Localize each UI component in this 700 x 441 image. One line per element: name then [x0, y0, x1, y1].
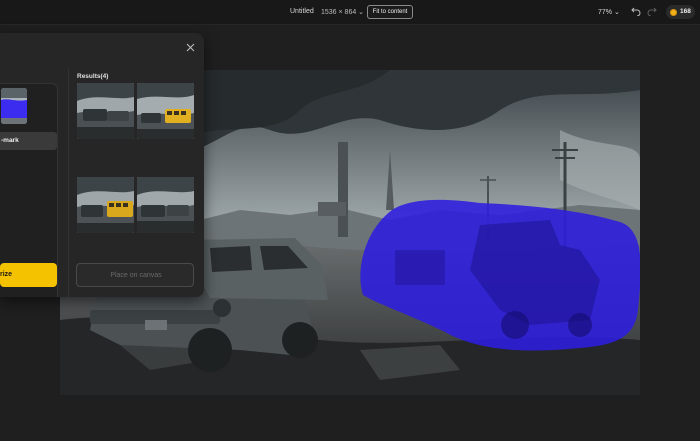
watermark-option[interactable]: -mark — [0, 132, 57, 150]
result-thumbnail-4[interactable] — [137, 177, 194, 233]
vectorize-button[interactable]: rize — [0, 263, 57, 287]
fit-to-content-button[interactable]: Fit to content — [367, 5, 413, 19]
watermark-option-label: -mark — [1, 137, 19, 144]
results-title: Results(4) — [77, 73, 109, 80]
credits-badge[interactable]: 168 — [666, 5, 695, 19]
close-icon[interactable] — [186, 43, 195, 52]
coin-icon — [670, 8, 677, 16]
document-title[interactable]: Untitled — [290, 8, 314, 15]
results-divider — [68, 69, 69, 297]
undo-icon[interactable] — [631, 6, 641, 16]
result-thumbnail-1[interactable] — [77, 83, 134, 139]
credits-count: 168 — [680, 8, 691, 15]
redo-icon[interactable] — [647, 6, 657, 16]
source-thumbnail[interactable] — [1, 88, 27, 124]
vectorize-panel: -mark rize Results(4) Place on canvas — [0, 33, 204, 297]
canvas-size-dropdown[interactable]: 1536 × 864 ⌄ — [321, 8, 364, 16]
zoom-dropdown[interactable]: 77% ⌄ — [598, 8, 620, 16]
place-on-canvas-label: Place on canvas — [110, 272, 162, 279]
result-thumbnail-2[interactable] — [137, 83, 194, 139]
top-toolbar: Untitled 1536 × 864 ⌄ Fit to content 77%… — [0, 0, 700, 25]
result-thumbnail-3[interactable] — [77, 177, 134, 233]
place-on-canvas-button[interactable]: Place on canvas — [76, 263, 194, 287]
vectorize-button-label: rize — [0, 271, 13, 278]
